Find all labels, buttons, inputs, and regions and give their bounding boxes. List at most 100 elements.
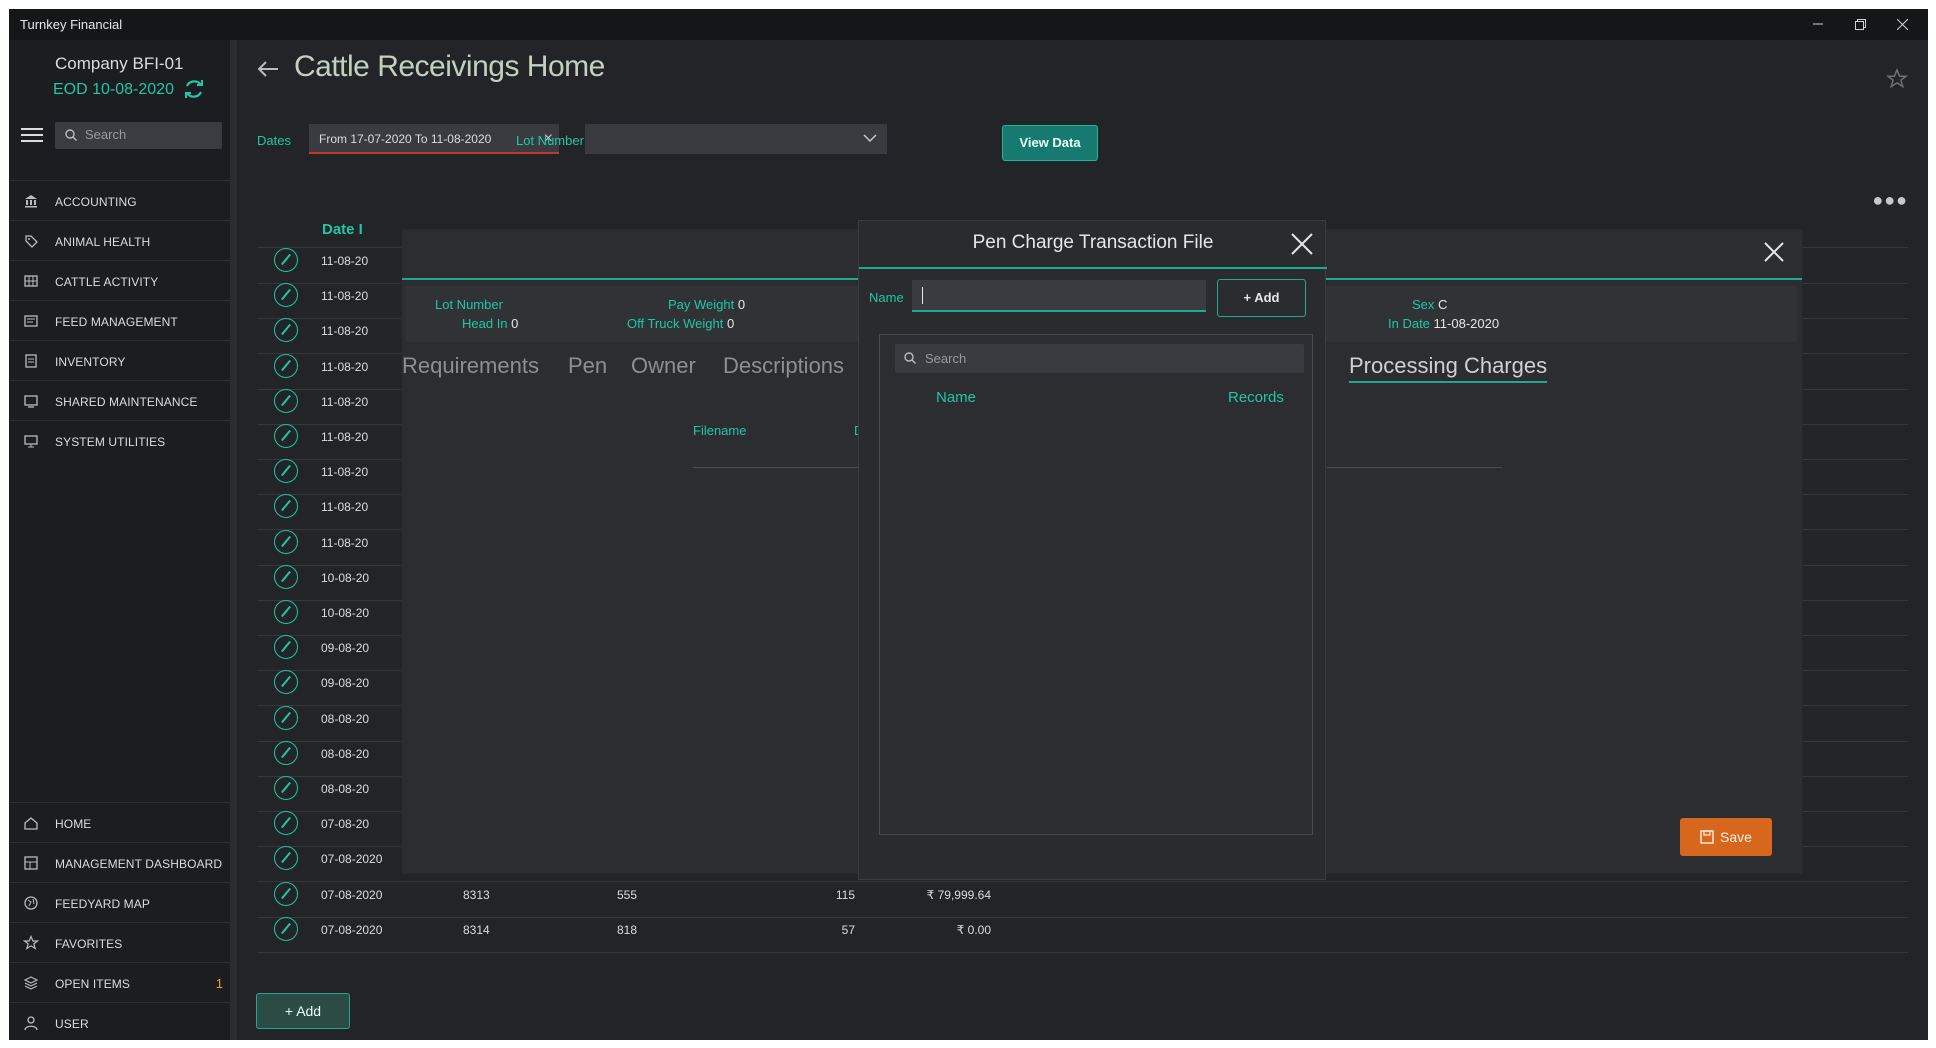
bank-icon — [25, 195, 37, 208]
edit-row-icon[interactable] — [274, 916, 298, 941]
minimize-button[interactable] — [1798, 13, 1838, 35]
cell-date: 08-08-20 — [321, 746, 370, 761]
tab-pen[interactable]: Pen — [568, 353, 607, 379]
more-options-icon[interactable]: ●●● — [1872, 190, 1908, 211]
edit-row-icon[interactable] — [274, 248, 298, 272]
sidebar-item-shared-maintenance[interactable]: SHARED MAINTENANCE — [9, 380, 237, 420]
edit-row-icon[interactable] — [274, 459, 298, 484]
close-icon[interactable] — [1291, 233, 1313, 255]
save-button[interactable]: Save — [1680, 818, 1772, 856]
feed-icon — [24, 315, 38, 327]
sidebar-item-favorites[interactable]: FAVORITES — [9, 922, 237, 962]
close-icon[interactable] — [1764, 242, 1784, 262]
edit-row-icon[interactable] — [274, 564, 298, 589]
refresh-icon[interactable] — [183, 78, 205, 100]
edit-row-icon[interactable] — [274, 635, 298, 660]
close-window-button[interactable] — [1882, 13, 1922, 35]
records-column-header[interactable]: Records — [1228, 389, 1284, 406]
in-date-label: In Date — [1388, 316, 1430, 331]
minimize-icon — [1813, 23, 1823, 25]
sidebar-item-label: MANAGEMENT DASHBOARD — [55, 857, 223, 871]
sidebar-item-home[interactable]: HOME — [9, 802, 237, 842]
edit-row-icon[interactable] — [274, 740, 298, 765]
sidebar-item-cattle-activity[interactable]: CATTLE ACTIVITY — [9, 260, 237, 300]
monitor-icon — [24, 395, 38, 408]
sidebar-item-label: HOME — [55, 817, 92, 831]
eod-date: EOD 10-08-2020 — [53, 81, 174, 98]
edit-row-icon[interactable] — [274, 705, 298, 730]
cell-pen: 555 — [617, 887, 638, 902]
edit-row-icon[interactable] — [274, 670, 298, 695]
sidebar-item-label: FEED MANAGEMENT — [55, 315, 178, 329]
add-button[interactable]: + Add — [1217, 279, 1306, 317]
dates-label: Dates — [257, 133, 291, 148]
sidebar-item-feed-management[interactable]: FEED MANAGEMENT — [9, 300, 237, 340]
edit-row-icon[interactable] — [274, 529, 298, 554]
in-date-value: 11-08-2020 — [1433, 316, 1500, 331]
back-arrow-icon[interactable] — [257, 60, 279, 78]
save-icon — [1700, 830, 1714, 844]
open-items-badge: 1 — [215, 976, 223, 991]
cell-date: 11-08-20 — [321, 394, 369, 409]
edit-row-icon[interactable] — [274, 811, 298, 836]
cell-lot: 8313 — [463, 887, 490, 902]
date-column-header[interactable]: Date I — [322, 221, 363, 238]
edit-row-icon[interactable] — [274, 776, 298, 800]
sidebar-search-input[interactable]: Search — [55, 122, 222, 149]
list-search-placeholder: Search — [925, 351, 967, 366]
edit-row-icon[interactable] — [274, 600, 298, 624]
favorite-star-icon[interactable] — [1886, 68, 1908, 90]
sex-label: Sex — [1412, 297, 1435, 312]
tab-requirements[interactable]: Requirements — [402, 353, 539, 379]
sidebar-item-feedyard-map[interactable]: FEEDYARD MAP — [9, 882, 237, 922]
sidebar-item-inventory[interactable]: INVENTORY — [9, 340, 237, 380]
edit-row-icon[interactable] — [274, 494, 298, 519]
cell-date: 08-08-20 — [321, 782, 370, 796]
layers-icon — [23, 976, 39, 990]
off-truck-weight-field: Off Truck Weight 0 — [627, 316, 734, 331]
view-data-button[interactable]: View Data — [1002, 125, 1098, 161]
pay-weight-label: Pay Weight — [668, 297, 735, 312]
star-icon — [23, 935, 39, 950]
edit-row-icon[interactable] — [274, 388, 298, 413]
sidebar-item-system-utilities[interactable]: SYSTEM UTILITIES — [9, 420, 237, 460]
save-label: Save — [1720, 829, 1752, 845]
sidebar-item-user[interactable]: USER — [9, 1002, 237, 1040]
lot-number-select[interactable] — [585, 124, 887, 154]
row-divider — [257, 951, 1908, 953]
head-in-field: Head In 0 — [462, 316, 518, 331]
sex-value: C — [1438, 297, 1448, 312]
restore-button[interactable] — [1840, 13, 1880, 35]
menu-icon[interactable] — [21, 128, 43, 142]
sidebar-item-animal-health[interactable]: ANIMAL HEALTH — [9, 220, 237, 260]
sidebar-item-accounting[interactable]: ACCOUNTING — [9, 180, 237, 220]
lot-number-label: Lot Number — [435, 297, 503, 312]
cell-date: 09-08-20 — [321, 676, 370, 691]
lot-number-field: Lot Number — [435, 297, 503, 312]
globe-icon — [24, 896, 38, 910]
cell-date: 07-08-20 — [321, 817, 370, 832]
search-icon — [65, 129, 77, 141]
edit-row-icon[interactable] — [274, 283, 298, 308]
tab-descriptions[interactable]: Descriptions — [723, 353, 844, 379]
sidebar-item-management-dashboard[interactable]: MANAGEMENT DASHBOARD — [9, 842, 237, 882]
grid-divider — [1327, 467, 1502, 468]
name-input[interactable] — [912, 280, 1206, 312]
edit-row-icon[interactable] — [274, 846, 298, 871]
filename-column-header: Filename — [693, 423, 747, 438]
edit-row-icon[interactable] — [274, 353, 298, 378]
dialog-title: Pen Charge Transaction File — [972, 232, 1214, 253]
add-receiving-button[interactable]: + Add — [256, 993, 350, 1029]
clipboard-icon — [25, 354, 37, 368]
sidebar-item-open-items[interactable]: OPEN ITEMS 1 — [9, 962, 237, 1002]
tab-owner[interactable]: Owner — [631, 353, 696, 379]
edit-row-icon[interactable] — [274, 318, 298, 343]
name-column-header[interactable]: Name — [936, 389, 976, 406]
tab-processing-charges[interactable]: Processing Charges — [1349, 353, 1548, 383]
edit-row-icon[interactable] — [274, 424, 298, 448]
list-search-input[interactable]: Search — [895, 344, 1304, 373]
sidebar-item-label: SYSTEM UTILITIES — [55, 435, 166, 449]
edit-row-icon[interactable] — [274, 881, 298, 906]
page-title: Cattle Receivings Home — [294, 50, 605, 83]
plus-icon: + — [284, 1003, 297, 1019]
